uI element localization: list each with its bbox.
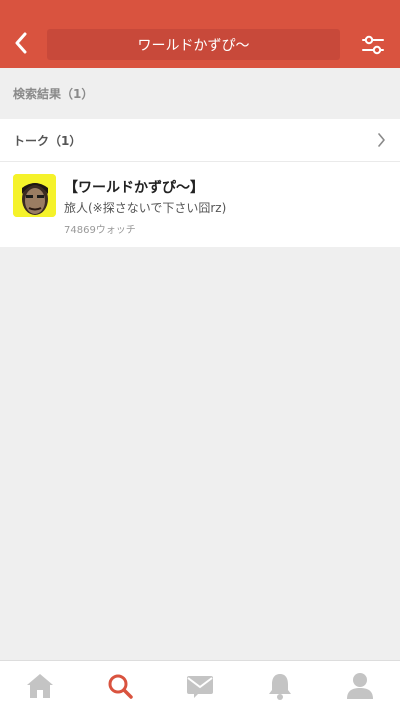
filter-button[interactable] bbox=[358, 30, 388, 60]
home-icon bbox=[27, 674, 53, 698]
search-input[interactable]: ワールドかずぴ〜 bbox=[47, 29, 340, 60]
tab-notifications[interactable] bbox=[240, 661, 320, 711]
bell-icon bbox=[269, 674, 291, 700]
talk-section-title: トーク（1） bbox=[13, 133, 82, 148]
avatar bbox=[13, 174, 56, 217]
tab-messages[interactable] bbox=[160, 661, 240, 711]
talk-section: トーク（1） 【ワールドかずぴ〜】 旅人(※探さないで下さい囧rz) 74869… bbox=[0, 119, 400, 247]
search-query: ワールドかずぴ〜 bbox=[137, 37, 250, 54]
result-count: 検索結果（1） bbox=[13, 86, 94, 101]
item-subtitle: 旅人(※探さないで下さい囧rz) bbox=[64, 201, 227, 215]
mail-icon bbox=[187, 676, 213, 698]
list-item[interactable]: 【ワールドかずぴ〜】 旅人(※探さないで下さい囧rz) 74869ウォッチ bbox=[0, 162, 400, 246]
tab-search[interactable] bbox=[80, 661, 160, 711]
watch-count: 74869ウォッチ bbox=[64, 225, 136, 236]
user-icon bbox=[347, 673, 373, 699]
search-icon bbox=[108, 674, 133, 699]
tab-profile[interactable] bbox=[320, 661, 400, 711]
back-button[interactable] bbox=[8, 26, 34, 60]
tab-home[interactable] bbox=[0, 661, 80, 711]
chevron-left-icon bbox=[15, 32, 27, 54]
chevron-right-icon bbox=[378, 133, 385, 147]
app-header: ワールドかずぴ〜 bbox=[0, 0, 400, 68]
tab-bar bbox=[0, 660, 400, 711]
talk-section-header[interactable]: トーク（1） bbox=[0, 119, 400, 162]
sliders-icon bbox=[362, 35, 384, 55]
item-title: 【ワールドかずぴ〜】 bbox=[64, 180, 204, 196]
